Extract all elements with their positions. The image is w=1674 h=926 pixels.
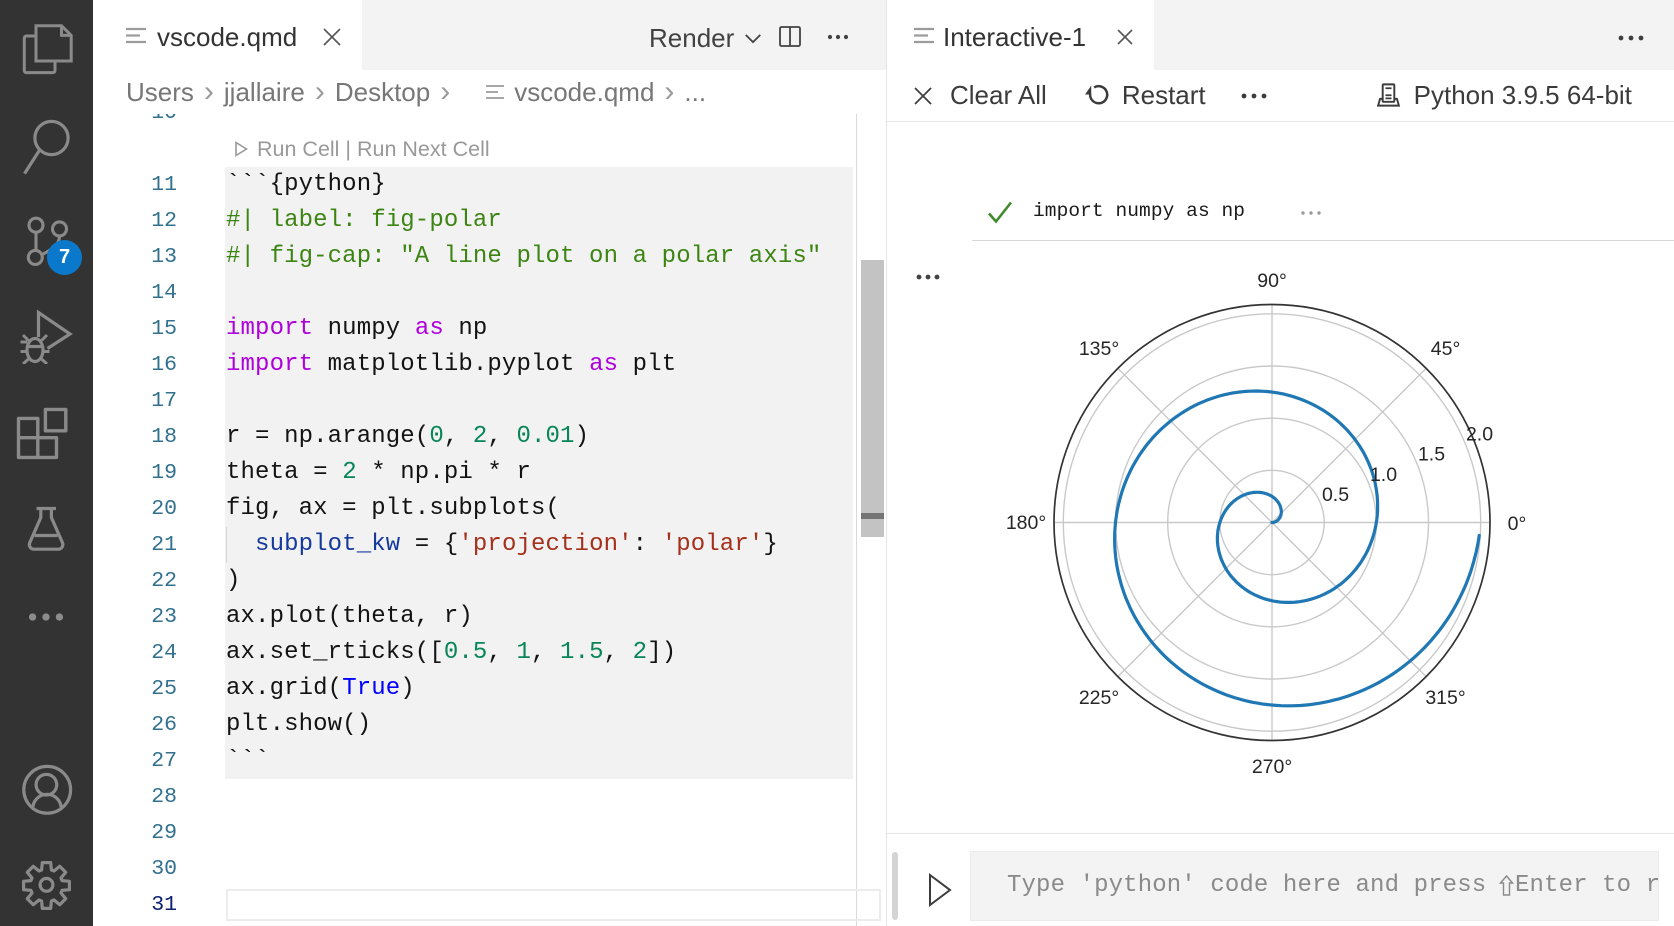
svg-text:225°: 225° <box>1079 687 1119 709</box>
svg-text:315°: 315° <box>1425 687 1465 709</box>
svg-text:2.0: 2.0 <box>1466 424 1493 446</box>
svg-text:1.5: 1.5 <box>1418 444 1445 466</box>
svg-text:45°: 45° <box>1431 338 1461 360</box>
svg-text:180°: 180° <box>1006 512 1046 534</box>
svg-text:270°: 270° <box>1252 756 1292 778</box>
svg-text:0.5: 0.5 <box>1322 484 1349 506</box>
svg-text:0°: 0° <box>1508 513 1527 535</box>
svg-text:135°: 135° <box>1079 338 1119 360</box>
svg-text:90°: 90° <box>1257 270 1287 292</box>
svg-text:1.0: 1.0 <box>1370 464 1397 486</box>
